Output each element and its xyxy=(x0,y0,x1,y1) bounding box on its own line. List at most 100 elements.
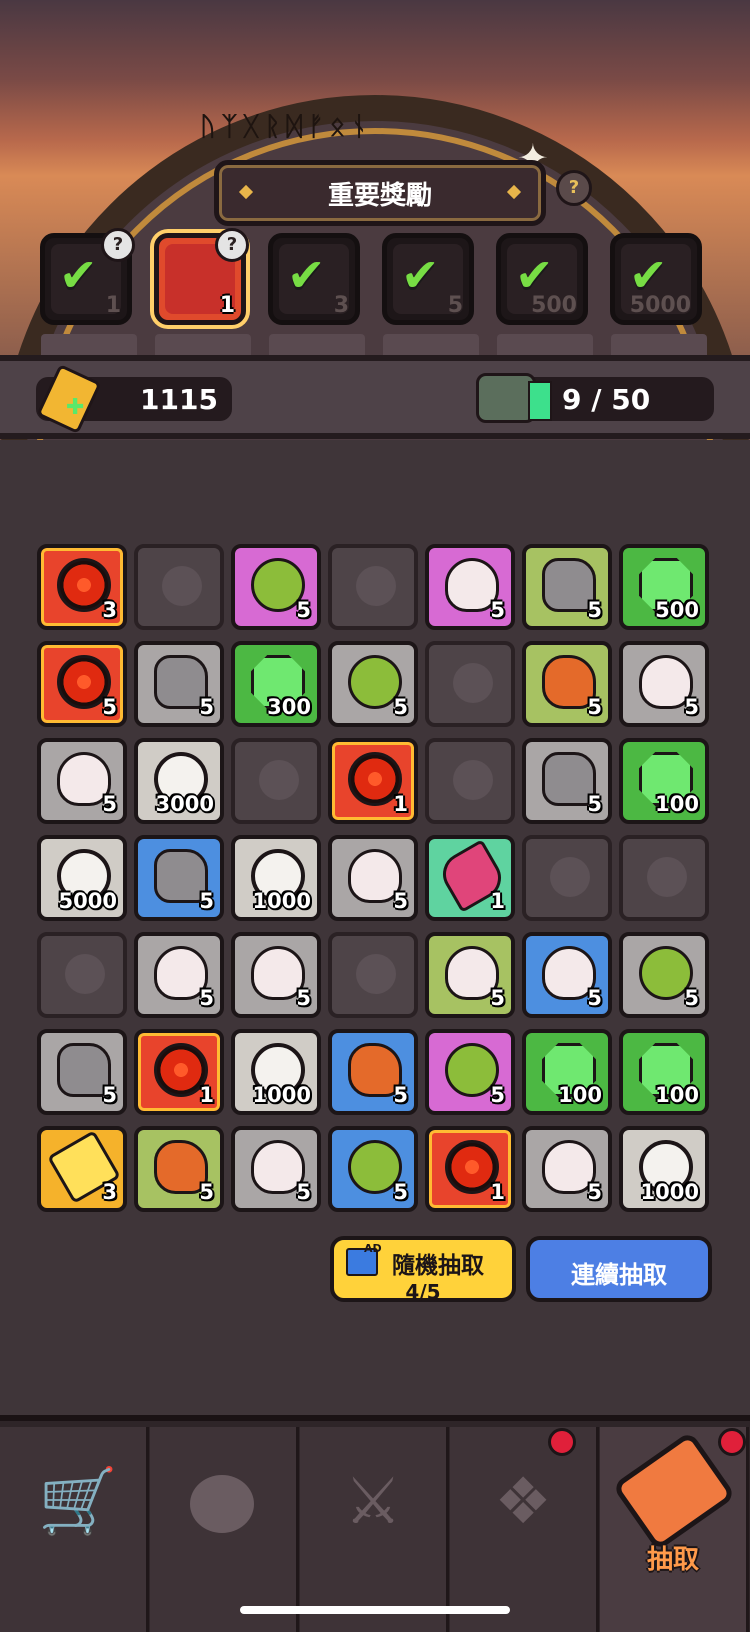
prize-quantity: 5 xyxy=(393,1083,408,1107)
prize-cell[interactable]: 100 xyxy=(619,738,709,824)
prize-quantity: 5 xyxy=(199,1180,214,1204)
tab-draw[interactable]: 抽取 xyxy=(600,1427,749,1632)
stone-icon xyxy=(476,373,536,423)
prize-cell[interactable]: 5 xyxy=(37,1029,127,1115)
prize-cell[interactable]: 5 xyxy=(328,641,418,727)
monster-silhouette-icon xyxy=(647,857,687,897)
empty-slot[interactable] xyxy=(425,738,515,824)
prize-quantity: 5 xyxy=(296,1180,311,1204)
reward-help-badge[interactable]: ? xyxy=(215,228,249,262)
add-ticket-button[interactable]: ✚ xyxy=(66,395,84,420)
reward-slot[interactable]: 500 ✔ xyxy=(496,233,593,360)
prize-cell[interactable]: 5 xyxy=(231,1126,321,1212)
empty-slot[interactable] xyxy=(619,835,709,921)
prize-cell[interactable]: 5 xyxy=(522,738,612,824)
tab-battle[interactable]: ⚔ xyxy=(300,1427,449,1632)
prize-cell[interactable]: 5 xyxy=(37,738,127,824)
checkmark-icon: ✔ xyxy=(287,248,326,302)
reward-slot[interactable]: 3 ✔ xyxy=(268,233,365,360)
progress-count: 9 / 50 xyxy=(562,383,651,416)
prize-cell[interactable]: 5 xyxy=(134,641,224,727)
monster-silhouette-icon xyxy=(356,954,396,994)
progress-bar xyxy=(528,381,552,421)
prize-cell[interactable]: 5 xyxy=(522,932,612,1018)
prize-cell[interactable]: 500 xyxy=(619,544,709,630)
tab-monster[interactable] xyxy=(150,1427,299,1632)
reward-slot[interactable]: 5000 ✔ xyxy=(610,233,707,360)
rune-glyphs: ᚢᛉᚷᚱᛞᚠᛟᚾ xyxy=(200,112,373,142)
prize-cell[interactable]: 5 xyxy=(134,1126,224,1212)
diamond-icon xyxy=(238,184,254,200)
empty-slot[interactable] xyxy=(425,641,515,727)
prize-quantity: 100 xyxy=(655,792,699,816)
prize-cell[interactable]: 100 xyxy=(619,1029,709,1115)
prize-cell[interactable]: 5 xyxy=(425,544,515,630)
winged-shield-icon: ❖ xyxy=(494,1465,552,1539)
tab-shop[interactable]: 🛒 xyxy=(0,1427,149,1632)
prize-cell[interactable]: 5 xyxy=(522,544,612,630)
prize-cell[interactable]: 1 xyxy=(328,738,418,824)
reward-help-badge[interactable]: ? xyxy=(101,228,135,262)
prize-cell[interactable]: 5 xyxy=(425,932,515,1018)
monster-silhouette-icon xyxy=(162,566,202,606)
prize-cell[interactable]: 5 xyxy=(619,932,709,1018)
cart-icon: 🛒 xyxy=(38,1465,118,1539)
prize-quantity: 5 xyxy=(587,695,602,719)
ad-tag: AD xyxy=(364,1242,382,1255)
home-indicator[interactable] xyxy=(240,1606,510,1614)
empty-slot[interactable] xyxy=(37,932,127,1018)
prize-cell[interactable]: 5 xyxy=(522,641,612,727)
prize-quantity: 5 xyxy=(393,1180,408,1204)
prize-cell[interactable]: 1000 xyxy=(619,1126,709,1212)
prize-cell[interactable]: 1000 xyxy=(231,835,321,921)
prize-cell[interactable]: 5 xyxy=(425,1029,515,1115)
reward-slot[interactable]: 1? xyxy=(154,228,251,360)
progress-counter: 9 / 50 xyxy=(476,373,714,423)
reward-count: 5 xyxy=(447,293,463,318)
prize-cell[interactable]: 1 xyxy=(134,1029,224,1115)
help-button[interactable]: ? xyxy=(556,170,592,206)
prize-cell[interactable]: 5 xyxy=(522,1126,612,1212)
prize-cell[interactable]: 5000 xyxy=(37,835,127,921)
prize-cell[interactable]: 300 xyxy=(231,641,321,727)
prize-quantity: 5 xyxy=(102,792,117,816)
prize-cell[interactable]: 5 xyxy=(619,641,709,727)
prize-cell[interactable]: 3 xyxy=(37,544,127,630)
prize-quantity: 100 xyxy=(558,1083,602,1107)
continuous-draw-button[interactable]: 連續抽取 xyxy=(526,1236,712,1302)
prize-cell[interactable]: 5 xyxy=(328,835,418,921)
empty-slot[interactable] xyxy=(328,932,418,1018)
monster-silhouette-icon xyxy=(453,760,493,800)
random-draw-count: 4/5 xyxy=(405,1280,441,1304)
notification-dot xyxy=(548,1428,576,1456)
prize-cell[interactable]: 5 xyxy=(231,932,321,1018)
prize-cell[interactable]: 1 xyxy=(425,1126,515,1212)
prize-cell[interactable]: 5 xyxy=(134,835,224,921)
prize-cell[interactable]: 100 xyxy=(522,1029,612,1115)
prize-quantity: 5 xyxy=(102,695,117,719)
empty-slot[interactable] xyxy=(328,544,418,630)
resource-bar: ✚ 1115 9 / 50 xyxy=(0,355,750,439)
prize-cell[interactable]: 3000 xyxy=(134,738,224,824)
prize-cell[interactable]: 5 xyxy=(328,1126,418,1212)
checkmark-icon: ✔ xyxy=(629,248,668,302)
prize-quantity: 5 xyxy=(684,986,699,1010)
empty-slot[interactable] xyxy=(231,738,321,824)
random-draw-button[interactable]: AD 隨機抽取 4/5 xyxy=(330,1236,516,1304)
prize-cell[interactable]: 5 xyxy=(37,641,127,727)
prize-quantity: 5 xyxy=(587,986,602,1010)
prize-cell[interactable]: 5 xyxy=(328,1029,418,1115)
prize-cell[interactable]: 3 xyxy=(37,1126,127,1212)
prize-cell[interactable]: 5 xyxy=(134,932,224,1018)
empty-slot[interactable] xyxy=(134,544,224,630)
empty-slot[interactable] xyxy=(522,835,612,921)
reward-slot[interactable]: 1 ✔? xyxy=(40,228,137,360)
reward-slot[interactable]: 5 ✔ xyxy=(382,233,479,360)
prize-cell[interactable]: 5 xyxy=(231,544,321,630)
prize-cell[interactable]: 1000 xyxy=(231,1029,321,1115)
tab-rank[interactable]: ❖ xyxy=(450,1427,599,1632)
prize-quantity: 3000 xyxy=(155,792,214,816)
checkmark-icon: ✔ xyxy=(401,248,440,302)
prize-cell[interactable]: 1 xyxy=(425,835,515,921)
page-title: 重要獎勵 xyxy=(327,180,432,211)
